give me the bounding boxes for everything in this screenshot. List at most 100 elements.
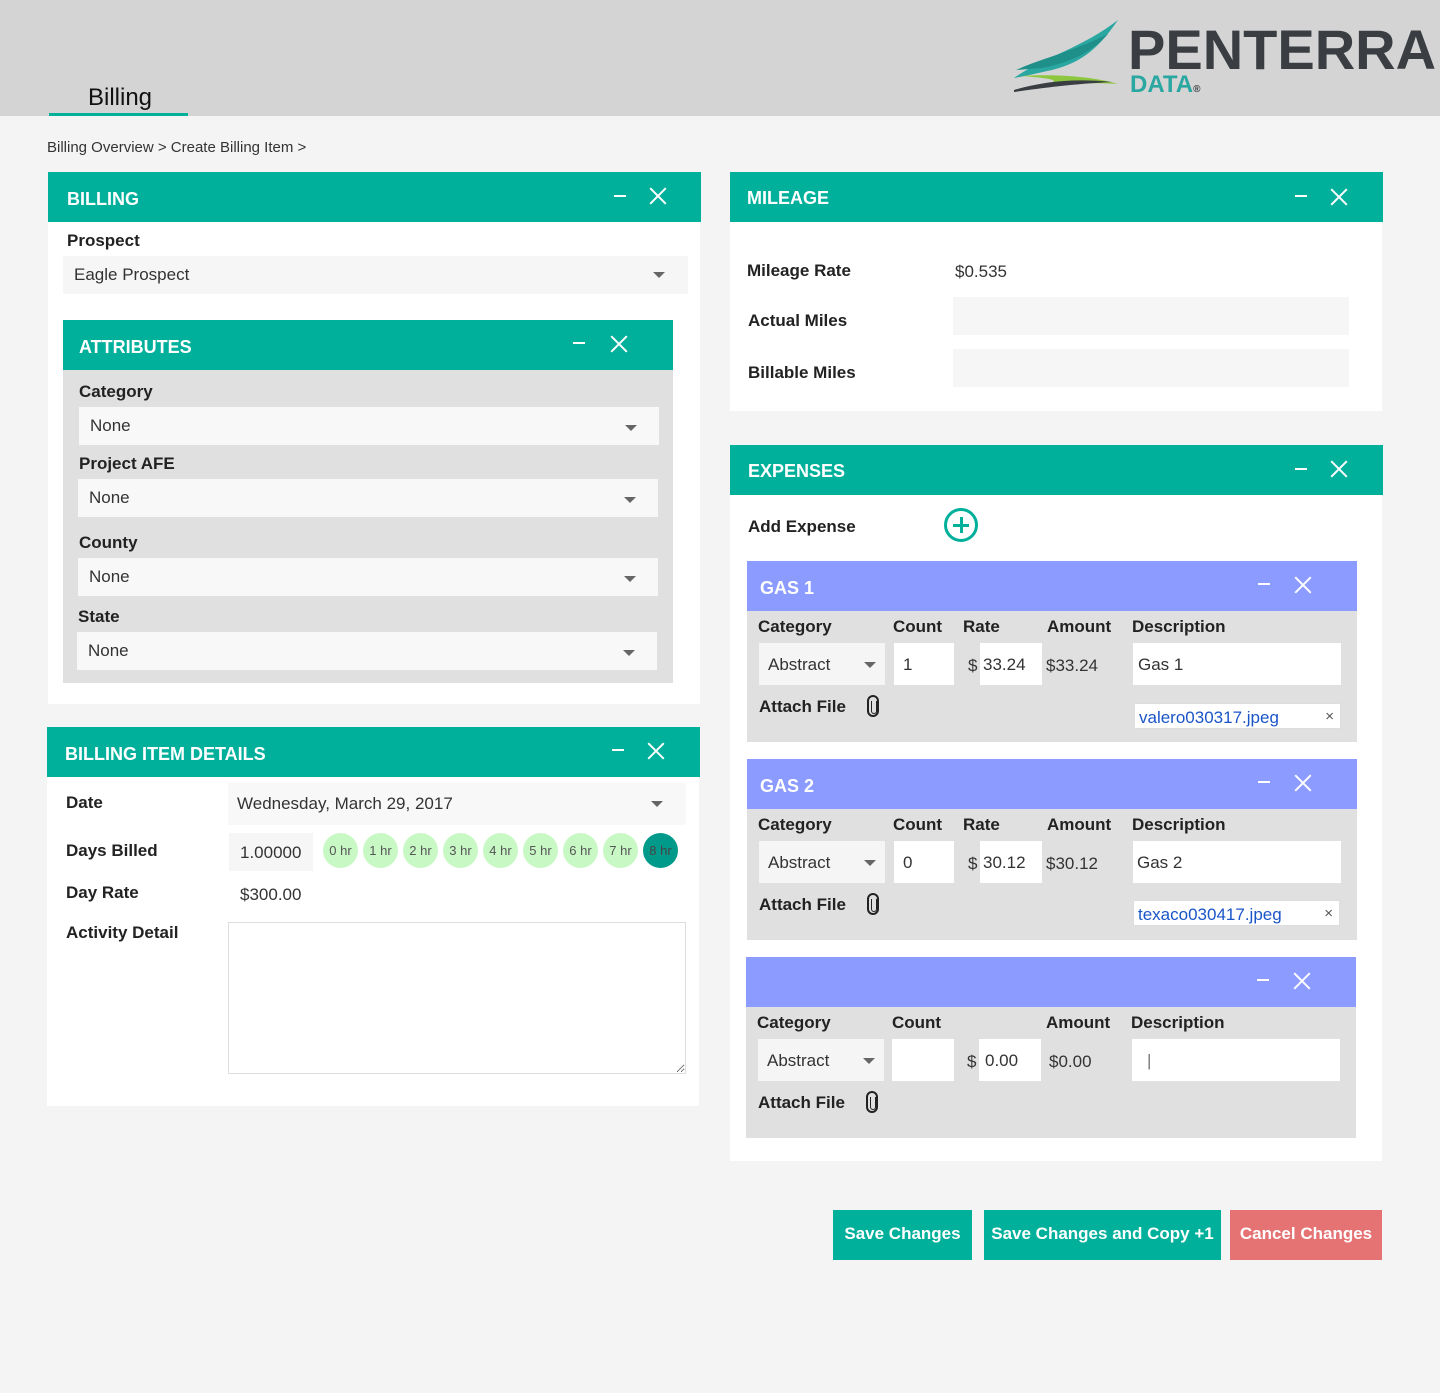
hour-button-0[interactable]: 0 hr: [323, 833, 358, 868]
logo-subword: DATA®: [1130, 71, 1201, 98]
actual-miles-input[interactable]: [953, 297, 1349, 335]
days-billed-label: Days Billed: [66, 841, 158, 860]
paperclip-icon[interactable]: [867, 695, 879, 717]
day-rate-value: $300.00: [240, 885, 302, 904]
breadcrumb[interactable]: Billing Overview > Create Billing Item >: [47, 139, 306, 156]
add-expense-label: Add Expense: [748, 517, 856, 536]
hour-button-5[interactable]: 5 hr: [523, 833, 558, 868]
expense-1-count-value: 1: [903, 655, 913, 674]
state-select[interactable]: None: [77, 632, 657, 670]
day-rate-label: Day Rate: [66, 883, 139, 902]
save-and-copy-button[interactable]: Save Changes and Copy +1: [984, 1210, 1221, 1260]
prospect-select[interactable]: Eagle Prospect: [63, 256, 688, 294]
expense-1-category-select[interactable]: Abstract: [759, 643, 885, 685]
paperclip-icon[interactable]: [866, 1091, 878, 1113]
expense-3-currency: $: [967, 1052, 977, 1071]
expense-3-attach-label: Attach File: [758, 1093, 845, 1112]
expense-2-rate-header: Rate: [963, 815, 1000, 834]
expense-3-rate-input[interactable]: 0.00: [979, 1039, 1041, 1081]
expense-2-rate-value: 30.12: [983, 853, 1026, 872]
expense-2-description-header: Description: [1132, 815, 1226, 834]
chevron-down-icon: [624, 497, 636, 503]
expense-3-category-select[interactable]: Abstract: [758, 1039, 884, 1081]
hour-button-8-selected[interactable]: 8 hr: [643, 833, 678, 868]
close-icon[interactable]: [1293, 773, 1313, 793]
project-afe-select[interactable]: None: [78, 479, 658, 517]
minimize-icon[interactable]: [1258, 781, 1270, 783]
close-icon[interactable]: [1329, 187, 1349, 207]
minimize-icon[interactable]: [614, 195, 626, 197]
expense-2-count-header: Count: [893, 815, 943, 834]
expense-2-rate-input[interactable]: 30.12: [980, 841, 1042, 883]
minimize-icon[interactable]: [1295, 195, 1307, 197]
hour-button-1[interactable]: 1 hr: [363, 833, 398, 868]
mileage-rate-value: $0.535: [955, 262, 1007, 281]
expense-1-amount-value: $33.24: [1046, 656, 1098, 675]
expense-1-file-name[interactable]: valero030317.jpeg: [1139, 708, 1279, 728]
save-changes-button[interactable]: Save Changes: [833, 1210, 972, 1260]
minimize-icon[interactable]: [1257, 979, 1269, 981]
activity-detail-textarea[interactable]: [228, 922, 686, 1074]
category-select[interactable]: None: [79, 407, 659, 445]
expense-1-title: GAS 1: [760, 578, 815, 598]
details-title: BILLING ITEM DETAILS: [65, 744, 266, 764]
close-icon[interactable]: [646, 741, 666, 761]
hour-button-3[interactable]: 3 hr: [443, 833, 478, 868]
close-icon[interactable]: [609, 334, 629, 354]
prospect-label: Prospect: [67, 231, 140, 250]
hour-button-4[interactable]: 4 hr: [483, 833, 518, 868]
billing-header: BILLING: [48, 172, 701, 222]
expense-2-amount-header: Amount: [1047, 815, 1112, 834]
add-expense-plus-icon[interactable]: [944, 508, 978, 542]
days-billed-input[interactable]: 1.00000: [229, 833, 313, 871]
expense-1-description-input[interactable]: Gas 1: [1133, 643, 1341, 685]
minimize-icon[interactable]: [1295, 468, 1307, 470]
county-value: None: [89, 567, 130, 586]
minimize-icon[interactable]: [612, 749, 624, 751]
billable-miles-label: Billable Miles: [748, 363, 856, 382]
close-icon[interactable]: [1329, 459, 1349, 479]
remove-file-icon[interactable]: ×: [1325, 708, 1334, 725]
logo-swoosh-icon: [1014, 20, 1118, 92]
chevron-down-icon: [624, 576, 636, 582]
expense-1-rate-input[interactable]: 33.24: [980, 643, 1042, 685]
expense-1-currency: $: [968, 656, 978, 675]
hour-button-7[interactable]: 7 hr: [603, 833, 638, 868]
expense-3-count-input[interactable]: [892, 1039, 954, 1081]
expense-3-description-input[interactable]: |: [1132, 1039, 1340, 1081]
close-icon[interactable]: [1292, 971, 1312, 991]
close-icon[interactable]: [648, 186, 668, 206]
mileage-title: MILEAGE: [747, 188, 830, 208]
expense-2-category-select[interactable]: Abstract: [759, 841, 885, 883]
billable-miles-input[interactable]: [953, 349, 1349, 387]
expense-1-rate-value: 33.24: [983, 655, 1026, 674]
date-picker[interactable]: Wednesday, March 29, 2017: [228, 783, 686, 825]
minimize-icon[interactable]: [1258, 583, 1270, 585]
details-header: BILLING ITEM DETAILS: [47, 727, 700, 777]
expense-1-count-input[interactable]: 1: [894, 643, 954, 685]
hour-button-2[interactable]: 2 hr: [403, 833, 438, 868]
hour-button-6[interactable]: 6 hr: [563, 833, 598, 868]
expense-2-description-input[interactable]: Gas 2: [1133, 841, 1341, 883]
expense-3-description-value: |: [1147, 1051, 1152, 1070]
tab-billing[interactable]: Billing: [49, 80, 188, 116]
expense-1-attach-label: Attach File: [759, 697, 846, 716]
expense-2-file-chip[interactable]: texaco030417.jpeg ×: [1133, 900, 1340, 926]
county-select[interactable]: None: [78, 558, 658, 596]
expense-3-header: [746, 957, 1356, 1007]
expense-2-attach-label: Attach File: [759, 895, 846, 914]
chevron-down-icon: [863, 1058, 875, 1064]
cancel-changes-button[interactable]: Cancel Changes: [1230, 1210, 1382, 1260]
state-value: None: [88, 641, 129, 660]
close-icon[interactable]: [1293, 575, 1313, 595]
expense-1-header: GAS 1: [747, 561, 1357, 611]
expense-2-file-name[interactable]: texaco030417.jpeg: [1138, 905, 1282, 925]
paperclip-icon[interactable]: [867, 893, 879, 915]
remove-file-icon[interactable]: ×: [1324, 905, 1333, 922]
expense-2-count-input[interactable]: 0: [894, 841, 954, 883]
chevron-down-icon: [651, 801, 663, 807]
expense-1-file-chip[interactable]: valero030317.jpeg ×: [1134, 703, 1341, 729]
category-label: Category: [79, 382, 153, 401]
mileage-header: MILEAGE: [730, 172, 1383, 222]
minimize-icon[interactable]: [573, 342, 585, 344]
